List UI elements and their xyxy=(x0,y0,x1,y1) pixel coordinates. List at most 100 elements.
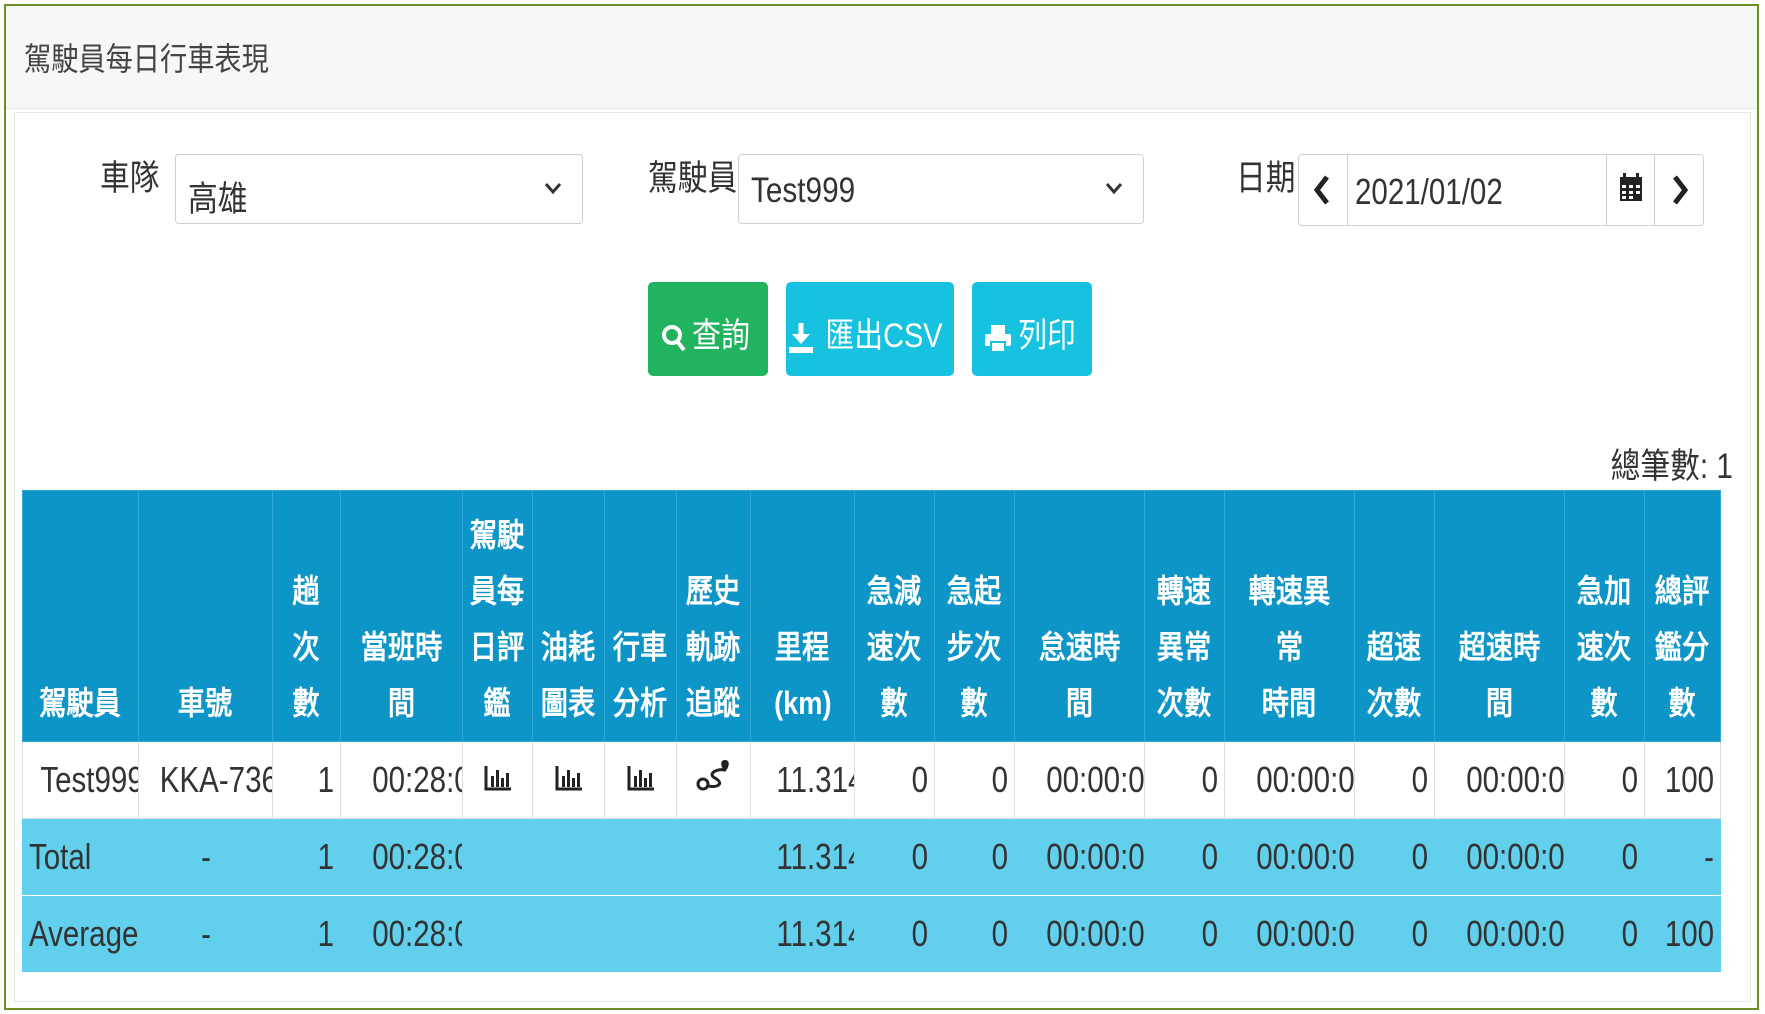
cell-hard-brake: 0 xyxy=(854,741,935,819)
cell-speeding-count: 0 xyxy=(1354,895,1435,973)
calendar-button[interactable] xyxy=(1606,155,1655,225)
column-header: 怠速時間 xyxy=(1014,490,1145,742)
cell-speeding-count: 0 xyxy=(1354,818,1435,896)
column-header-line: 轉速 xyxy=(1157,573,1212,609)
total-label: Total xyxy=(22,818,139,896)
total-row: Total - 1 00:28:04 11.314 0 0 00:00:00 0… xyxy=(22,818,1721,896)
driver-select[interactable]: Test999 xyxy=(738,154,1144,224)
cell-speeding-time: 00:00:00 xyxy=(1434,895,1565,973)
cell-hard-brake: 0 xyxy=(854,895,935,973)
column-header: 趟次數 xyxy=(272,490,341,742)
column-header: 行車分析 xyxy=(604,490,677,742)
cell-mileage: 11.314 xyxy=(750,741,855,819)
cell-hard-brake: 0 xyxy=(854,818,935,896)
cell-mileage: 11.314 xyxy=(750,818,855,896)
cell-score: 100 xyxy=(1644,741,1721,819)
column-header-line: 次數 xyxy=(1367,685,1422,721)
column-header-line: 急起 xyxy=(947,573,1002,609)
history-track-link[interactable] xyxy=(676,741,751,819)
daily-eval-link[interactable] xyxy=(462,741,533,819)
column-header-line: 急加 xyxy=(1577,573,1632,609)
next-date-button[interactable] xyxy=(1654,155,1703,225)
query-button[interactable]: 查詢 xyxy=(648,282,768,376)
column-header-line: 怠速時間 xyxy=(1038,629,1121,721)
column-header-line: 當班時間 xyxy=(360,629,443,721)
average-label: Average xyxy=(22,895,139,973)
column-header: 車號 xyxy=(138,490,273,742)
column-header-line: 超速時間 xyxy=(1458,629,1541,721)
column-header-line: 員每 xyxy=(470,573,525,609)
fuel-chart-link[interactable] xyxy=(532,741,605,819)
prev-date-button[interactable] xyxy=(1299,155,1348,225)
column-header-line: 駕駛 xyxy=(470,517,525,553)
table-header-row: 駕駛員 車號 趟次數 當班時間 駕駛員每日評鑑 油耗圖表 行車分析 歷史軌跡追蹤 里程(km) 急… xyxy=(22,490,1721,742)
cell-empty xyxy=(676,895,751,973)
column-header-line: 趟 xyxy=(292,573,321,609)
cell-empty xyxy=(532,818,605,896)
cell-plate: - xyxy=(138,895,273,973)
cell-speeding-time: 00:00:00 xyxy=(1434,818,1565,896)
column-header-line: 油耗 xyxy=(541,629,596,665)
cell-empty xyxy=(604,818,677,896)
driver-select-value: Test999 xyxy=(751,171,856,210)
column-header: 轉速異常時間 xyxy=(1224,490,1355,742)
column-header: 超速次數 xyxy=(1354,490,1435,742)
column-header-line: 軌跡 xyxy=(686,629,741,665)
cell-empty xyxy=(462,895,533,973)
download-icon xyxy=(789,323,814,354)
column-header-line: 追蹤 xyxy=(686,685,741,721)
cell-speeding-count: 0 xyxy=(1354,741,1435,819)
column-header-line: 異常 xyxy=(1157,629,1212,665)
column-header: 轉速異常次數 xyxy=(1144,490,1225,742)
cell-idle-time: 00:00:00 xyxy=(1014,818,1145,896)
column-header-line: 行車 xyxy=(613,629,668,665)
driving-analysis-link[interactable] xyxy=(604,741,677,819)
column-header: 里程 (km) xyxy=(750,490,855,742)
calendar-icon xyxy=(1620,173,1642,201)
cell-rpm-abnormal-time: 00:00:00 xyxy=(1224,895,1355,973)
cell-rpm-abnormal-count: 0 xyxy=(1144,895,1225,973)
column-header: 歷史軌跡追蹤 xyxy=(676,490,751,742)
cell-hard-start: 0 xyxy=(934,741,1015,819)
cell-score: 100 xyxy=(1644,895,1721,973)
export-csv-button-label: 匯出CSV xyxy=(825,317,943,355)
cell-plate: - xyxy=(138,818,273,896)
column-header-line: 次 xyxy=(292,629,321,665)
column-header-line: 總評 xyxy=(1655,573,1710,609)
fleet-select[interactable]: 高雄 xyxy=(175,154,583,224)
date-label: 日期 xyxy=(1236,159,1296,198)
cell-empty xyxy=(462,818,533,896)
column-header-line: 數 xyxy=(292,685,321,721)
print-button[interactable]: 列印 xyxy=(972,282,1092,376)
column-header: 總評鑑分數 xyxy=(1644,490,1721,742)
total-record-count: 總筆數: 1 xyxy=(1610,447,1733,486)
search-icon xyxy=(662,325,686,352)
column-header-line: 速次 xyxy=(1577,629,1632,665)
column-header-line: 歷史 xyxy=(686,573,741,609)
cell-idle-time: 00:00:00 xyxy=(1014,741,1145,819)
export-csv-button[interactable]: 匯出CSV xyxy=(786,282,954,376)
cell-trips: 1 xyxy=(272,741,341,819)
column-header-line: 數 xyxy=(1590,685,1619,721)
column-header-line: 超速 xyxy=(1367,629,1422,665)
cell-trips: 1 xyxy=(272,818,341,896)
fleet-label: 車隊 xyxy=(100,159,160,198)
column-header: 油耗圖表 xyxy=(532,490,605,742)
driver-performance-table: 駕駛員 車號 趟次數 當班時間 駕駛員每日評鑑 油耗圖表 行車分析 歷史軌跡追蹤 里程(km) 急… xyxy=(22,490,1721,973)
column-header-line: 里程 xyxy=(775,629,830,665)
cell-shift-time: 00:28:04 xyxy=(340,818,463,896)
cell-speeding-time: 00:00:00 xyxy=(1434,741,1565,819)
date-input[interactable]: 2021/01/02 xyxy=(1355,171,1503,213)
column-header: 駕駛員 xyxy=(22,490,139,742)
cell-hard-start: 0 xyxy=(934,895,1015,973)
column-header: 超速時間 xyxy=(1434,490,1565,742)
cell-idle-time: 00:00:00 xyxy=(1014,895,1145,973)
cell-mileage: 11.314 xyxy=(750,895,855,973)
column-header-line: 急減 xyxy=(867,573,922,609)
column-header-line: 車號 xyxy=(178,685,233,721)
column-header-line: 駕駛員 xyxy=(39,685,122,721)
column-header-line: 分析 xyxy=(613,685,668,721)
column-header-line: 時間 xyxy=(1262,685,1317,721)
cell-hard-accel: 0 xyxy=(1564,818,1645,896)
column-header-line: (km) xyxy=(773,685,832,721)
